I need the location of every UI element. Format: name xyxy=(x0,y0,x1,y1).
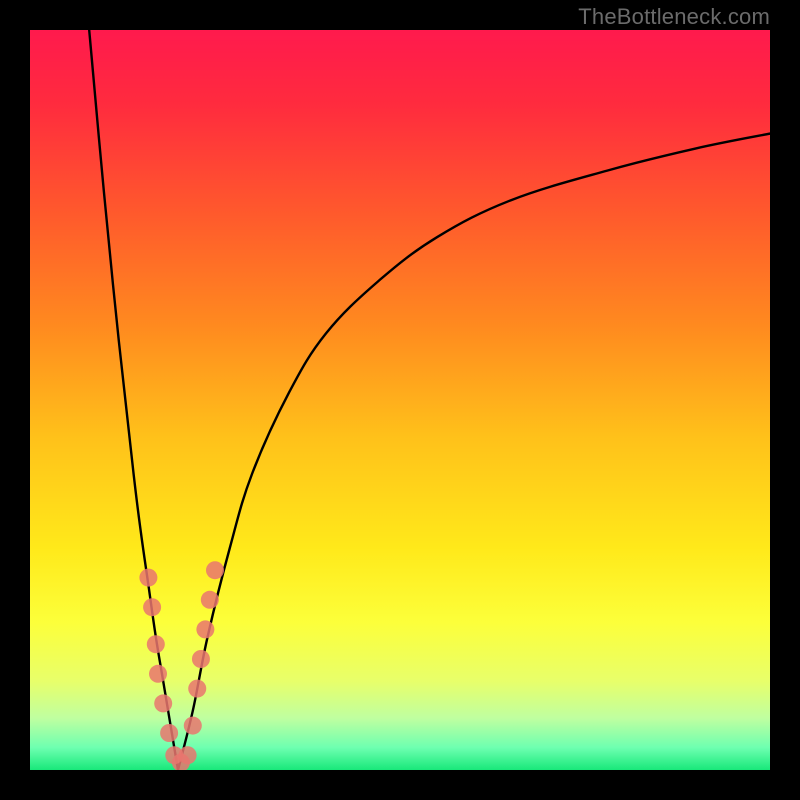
marker-point xyxy=(192,650,210,668)
marker-point xyxy=(201,591,219,609)
curve-layer xyxy=(30,30,770,770)
marker-point xyxy=(149,665,167,683)
marker-point xyxy=(160,724,178,742)
marker-point xyxy=(147,635,165,653)
marker-cluster xyxy=(139,561,224,770)
marker-point xyxy=(143,598,161,616)
curve-left-branch xyxy=(89,30,178,770)
marker-point xyxy=(184,717,202,735)
chart-frame: TheBottleneck.com xyxy=(0,0,800,800)
marker-point xyxy=(179,746,197,764)
marker-point xyxy=(206,561,224,579)
curve-right-branch xyxy=(178,134,770,770)
marker-point xyxy=(196,620,214,638)
marker-point xyxy=(154,694,172,712)
marker-point xyxy=(188,680,206,698)
plot-area xyxy=(30,30,770,770)
marker-point xyxy=(139,569,157,587)
watermark-text: TheBottleneck.com xyxy=(578,4,770,30)
bottleneck-curve xyxy=(89,30,770,770)
